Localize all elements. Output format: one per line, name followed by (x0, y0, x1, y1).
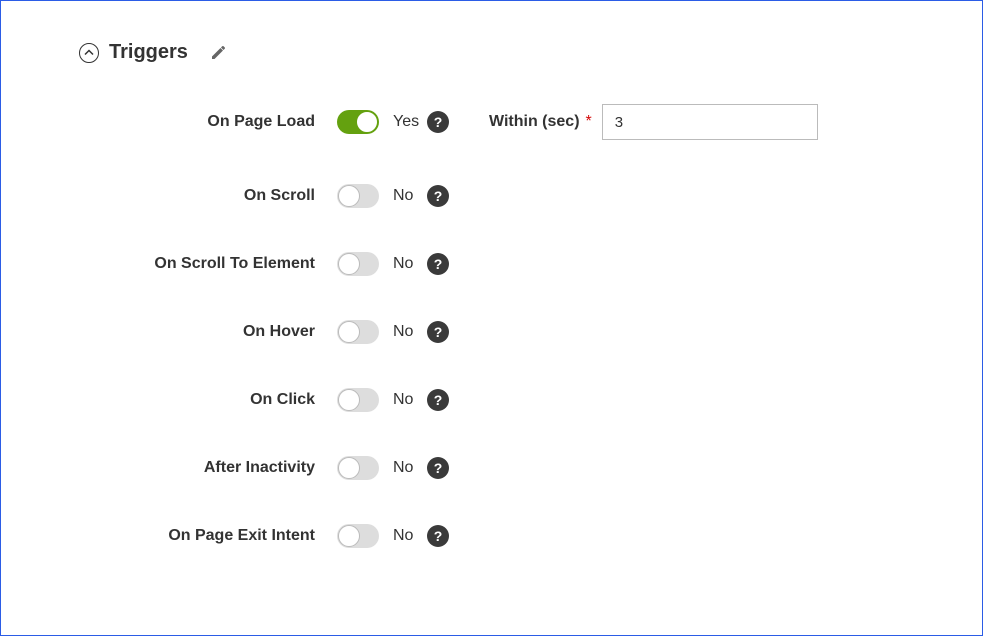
state-on-hover: No (393, 323, 421, 341)
state-on-scroll: No (393, 187, 421, 205)
label-on-scroll: On Scroll (79, 187, 337, 205)
help-on-scroll[interactable]: ? (427, 185, 449, 207)
label-on-click: On Click (79, 391, 337, 409)
help-after-inactivity[interactable]: ? (427, 457, 449, 479)
section-title: Triggers (109, 41, 188, 64)
chevron-up-icon (84, 48, 94, 58)
collapse-toggle[interactable] (79, 43, 99, 63)
state-on-page-load: Yes (393, 113, 421, 131)
toggle-knob (338, 253, 360, 275)
toggle-knob (356, 111, 378, 133)
label-on-hover: On Hover (79, 323, 337, 341)
row-on-scroll: On Scroll No ? (79, 184, 904, 208)
triggers-panel: Triggers On Page Load Yes ? Within (sec)… (0, 0, 983, 636)
label-after-inactivity: After Inactivity (79, 459, 337, 477)
help-on-scroll-to-element[interactable]: ? (427, 253, 449, 275)
toggle-on-click[interactable] (337, 388, 379, 412)
toggle-on-hover[interactable] (337, 320, 379, 344)
within-label: Within (sec) (489, 113, 580, 131)
row-on-click: On Click No ? (79, 388, 904, 412)
toggle-on-page-exit-intent[interactable] (337, 524, 379, 548)
toggle-on-page-load[interactable] (337, 110, 379, 134)
state-on-scroll-to-element: No (393, 255, 421, 273)
toggle-knob (338, 525, 360, 547)
help-on-hover[interactable]: ? (427, 321, 449, 343)
row-after-inactivity: After Inactivity No ? (79, 456, 904, 480)
toggle-knob (338, 389, 360, 411)
row-on-hover: On Hover No ? (79, 320, 904, 344)
label-on-scroll-to-element: On Scroll To Element (79, 255, 337, 273)
toggle-knob (338, 321, 360, 343)
state-on-click: No (393, 391, 421, 409)
toggle-on-scroll-to-element[interactable] (337, 252, 379, 276)
toggle-knob (338, 185, 360, 207)
label-on-page-exit-intent: On Page Exit Intent (79, 527, 337, 545)
row-on-scroll-to-element: On Scroll To Element No ? (79, 252, 904, 276)
state-on-page-exit-intent: No (393, 527, 421, 545)
help-on-page-load[interactable]: ? (427, 111, 449, 133)
section-header: Triggers (79, 41, 904, 64)
within-input[interactable] (602, 104, 818, 140)
toggle-knob (338, 457, 360, 479)
help-on-click[interactable]: ? (427, 389, 449, 411)
help-on-page-exit-intent[interactable]: ? (427, 525, 449, 547)
row-on-page-load: On Page Load Yes ? Within (sec) * (79, 104, 904, 140)
label-on-page-load: On Page Load (79, 113, 337, 131)
required-mark: * (586, 113, 592, 131)
within-field-group: Within (sec) * (489, 104, 818, 140)
pencil-icon (210, 45, 226, 61)
row-on-page-exit-intent: On Page Exit Intent No ? (79, 524, 904, 548)
edit-button[interactable] (210, 45, 226, 61)
toggle-on-scroll[interactable] (337, 184, 379, 208)
toggle-after-inactivity[interactable] (337, 456, 379, 480)
state-after-inactivity: No (393, 459, 421, 477)
